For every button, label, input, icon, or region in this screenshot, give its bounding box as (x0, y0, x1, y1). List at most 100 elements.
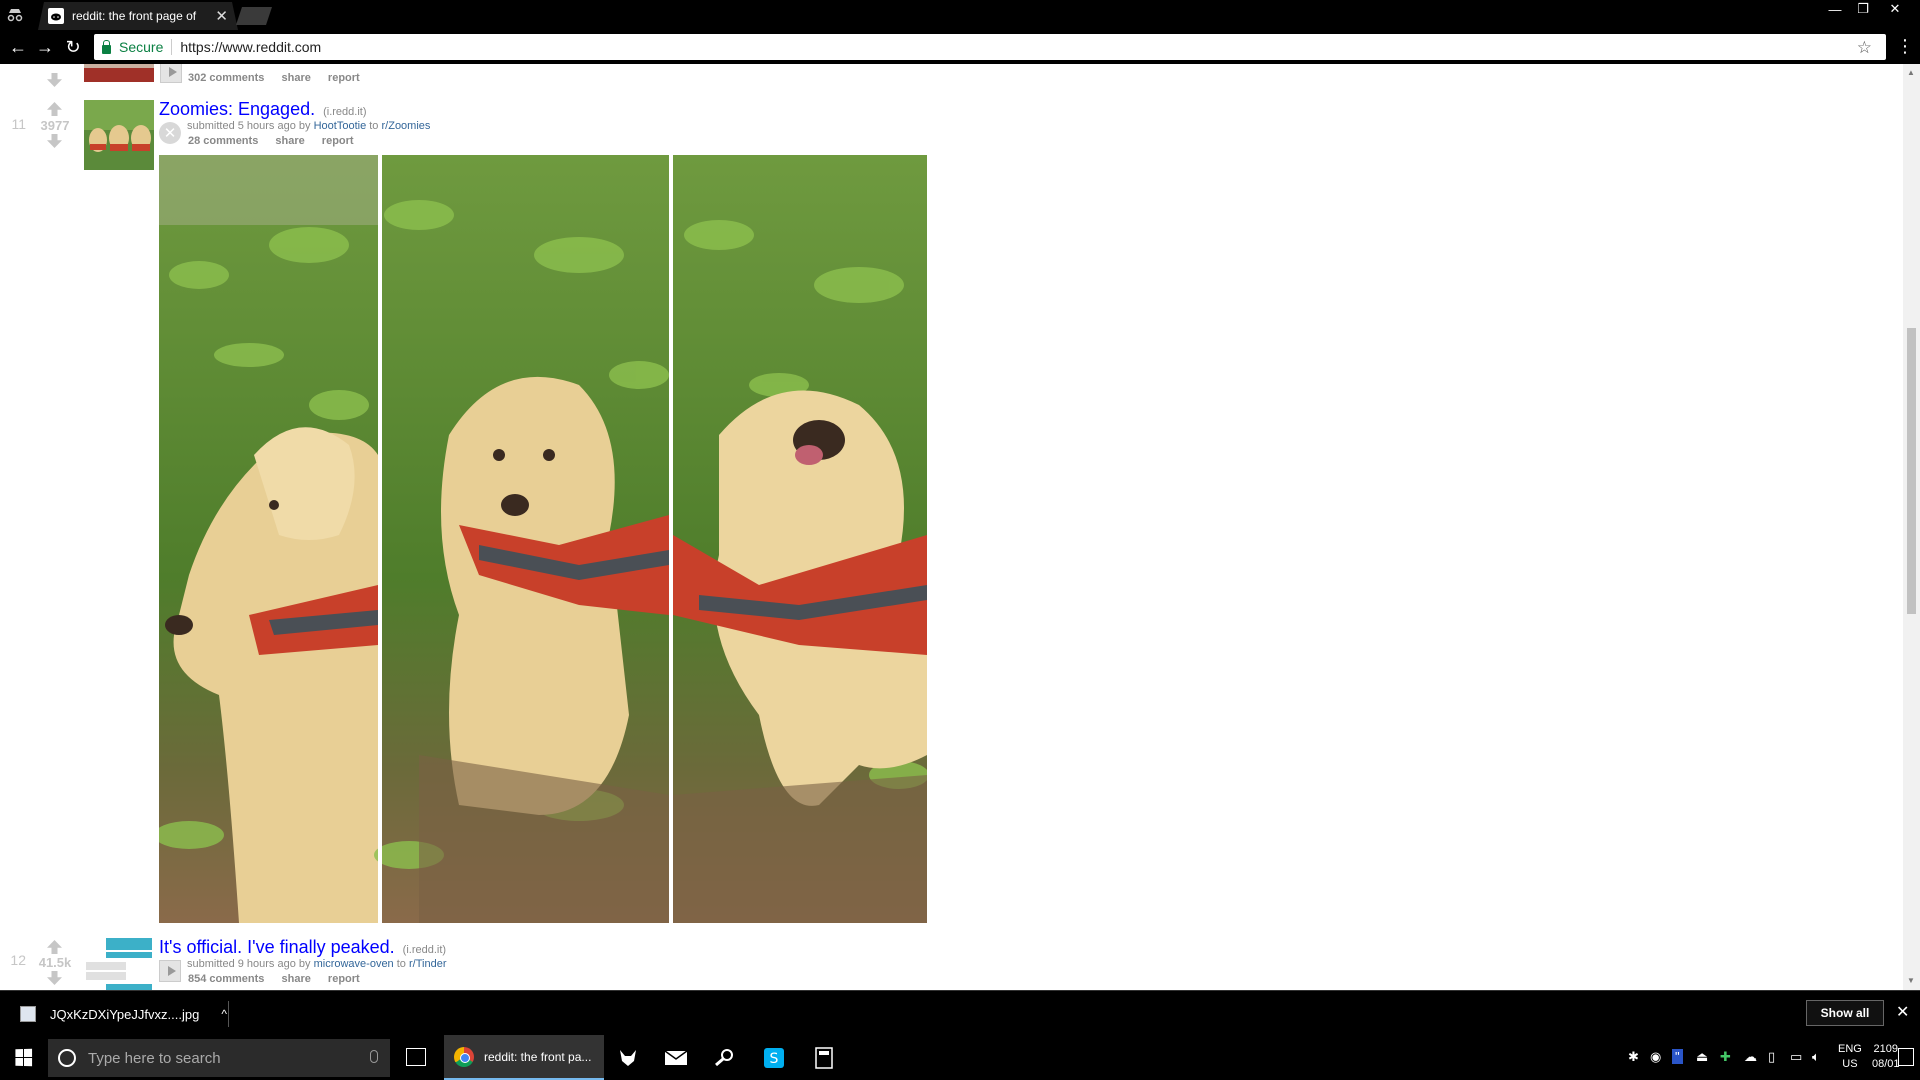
share-link[interactable]: share (282, 973, 311, 985)
secure-indicator[interactable]: Secure (102, 39, 163, 55)
post-tagline: submitted 5 hours ago by HootTootie to r… (187, 120, 430, 132)
page-scrollbar[interactable]: ▲ ▼ (1903, 64, 1920, 990)
incognito-icon (7, 9, 23, 22)
maximize-button[interactable]: ❐ (1846, 0, 1880, 18)
language-region: US (1842, 1058, 1858, 1070)
notification-center-icon[interactable] (1898, 1048, 1914, 1066)
taskbar-app-label: reddit: the front pa... (484, 1049, 592, 1064)
reddit-favicon-icon (48, 8, 64, 24)
browser-menu-button[interactable]: ⋮ (1896, 36, 1914, 56)
back-button[interactable]: ← (8, 37, 28, 57)
share-link[interactable]: share (275, 135, 304, 147)
omnibox-separator (171, 39, 173, 55)
record-icon[interactable]: ◉ (1650, 1049, 1661, 1065)
download-item[interactable]: JQxKzDXiYpeJJfvxz....jpg ^ (12, 999, 227, 1029)
onedrive-icon[interactable]: ☁ (1744, 1049, 1757, 1065)
scrollbar-thumb[interactable] (1907, 328, 1916, 614)
reddit-page: 302 comments share report 11 3977 Zoomie… (0, 64, 1920, 990)
tagline-to: to (369, 120, 379, 132)
lock-icon (102, 39, 111, 54)
play-icon[interactable] (160, 64, 182, 83)
post-title-text[interactable]: It's official. I've finally peaked. (159, 937, 395, 957)
upvote-icon[interactable] (47, 102, 62, 116)
scroll-up-arrow-icon[interactable]: ▲ (1907, 68, 1915, 77)
downvote-icon[interactable] (47, 134, 62, 148)
secure-label: Secure (119, 39, 164, 55)
subreddit-link[interactable]: r/Zoomies (382, 120, 431, 132)
cortana-icon (58, 1049, 76, 1067)
close-circle-icon[interactable]: ✕ (159, 122, 181, 144)
task-view-icon[interactable] (406, 1048, 426, 1066)
star-icon[interactable]: ☆ (1857, 38, 1872, 58)
address-bar[interactable]: Secure https://www.reddit.com ☆ (94, 34, 1886, 60)
comments-link[interactable]: 854 comments (188, 973, 264, 985)
svg-text:S: S (770, 1051, 779, 1067)
taskbar-app-steam[interactable] (708, 1035, 740, 1080)
close-download-shelf-icon[interactable]: ✕ (1896, 1002, 1909, 1022)
post-title[interactable]: Zoomies: Engaged. (i.redd.it) (159, 99, 367, 120)
network-icon[interactable]: ▭ (1790, 1049, 1802, 1065)
volume-icon[interactable]: 🔈︎ (1812, 1049, 1820, 1065)
post-buttons: 28 comments share report (188, 135, 368, 147)
battery-icon[interactable]: ▯ (1768, 1049, 1775, 1065)
windows-taskbar: Type here to search reddit: the front pa… (0, 1035, 1920, 1080)
windows-logo-icon (14, 1048, 32, 1067)
post-rank: 12 (10, 952, 26, 968)
post-score: 3977 (40, 118, 70, 133)
download-separator (228, 1001, 229, 1027)
system-clock[interactable]: 2109 08/01 (1872, 1042, 1900, 1072)
url-text[interactable]: https://www.reddit.com (180, 39, 321, 55)
share-link[interactable]: share (282, 72, 311, 84)
downvote-icon[interactable] (47, 73, 62, 87)
upvote-icon[interactable] (47, 940, 62, 954)
post-thumbnail[interactable] (84, 100, 154, 170)
author-link[interactable]: HootTootie (314, 120, 367, 132)
taskbar-app-fox[interactable] (612, 1035, 644, 1080)
security-icon[interactable]: ✚ (1720, 1049, 1731, 1065)
report-link[interactable]: report (322, 135, 354, 147)
post-image[interactable] (159, 155, 927, 923)
downvote-icon[interactable] (47, 971, 62, 985)
image-file-icon (20, 1006, 36, 1022)
language-indicator[interactable]: ENG US (1838, 1042, 1862, 1072)
steam-icon (715, 1048, 733, 1066)
post-thumbnail[interactable] (84, 936, 154, 990)
post-title-text[interactable]: Zoomies: Engaged. (159, 99, 315, 119)
mail-icon (664, 1049, 688, 1065)
download-file-name[interactable]: JQxKzDXiYpeJJfvxz....jpg (50, 1007, 199, 1022)
report-link[interactable]: report (328, 973, 360, 985)
microphone-icon[interactable] (370, 1050, 378, 1063)
app-tray-icon[interactable]: " (1672, 1049, 1683, 1064)
search-placeholder: Type here to search (88, 1049, 221, 1067)
bluetooth-icon[interactable]: ✱ (1628, 1049, 1639, 1065)
taskbar-app-calculator[interactable] (808, 1035, 840, 1080)
download-menu-caret-icon[interactable]: ^ (221, 1007, 227, 1021)
report-link[interactable]: report (328, 72, 360, 84)
taskbar-app-mail[interactable] (660, 1035, 692, 1080)
start-button[interactable] (0, 1035, 46, 1080)
drive-icon[interactable]: ⏏ (1696, 1049, 1708, 1065)
post-thumbnail[interactable] (84, 64, 154, 82)
subreddit-link[interactable]: r/Tinder (409, 958, 447, 970)
reload-button[interactable]: ↻ (63, 37, 83, 57)
tab-close-icon[interactable]: ✕ (215, 7, 228, 25)
comments-link[interactable]: 28 comments (188, 135, 258, 147)
taskbar-chrome-app[interactable]: reddit: the front pa... (444, 1035, 604, 1080)
scroll-down-arrow-icon[interactable]: ▼ (1907, 976, 1915, 985)
calculator-icon (815, 1046, 833, 1069)
new-tab-button[interactable] (236, 7, 272, 25)
author-link[interactable]: microwave-oven (314, 958, 394, 970)
post-title[interactable]: It's official. I've finally peaked. (i.re… (159, 937, 446, 958)
post-domain[interactable]: (i.redd.it) (403, 944, 446, 956)
forward-button[interactable]: → (35, 37, 55, 57)
browser-tab[interactable]: reddit: the front page of ✕ (38, 2, 238, 30)
post-domain[interactable]: (i.redd.it) (323, 106, 366, 118)
taskbar-app-skype[interactable]: S (758, 1035, 790, 1080)
show-all-downloads-button[interactable]: Show all (1806, 1000, 1884, 1026)
tagline-submitted: submitted 5 hours ago by (187, 120, 311, 132)
comments-link[interactable]: 302 comments (188, 72, 264, 84)
taskbar-search[interactable]: Type here to search (48, 1039, 390, 1077)
play-icon[interactable] (159, 960, 181, 982)
tagline-to: to (396, 958, 406, 970)
close-window-button[interactable]: ✕ (1878, 0, 1912, 18)
